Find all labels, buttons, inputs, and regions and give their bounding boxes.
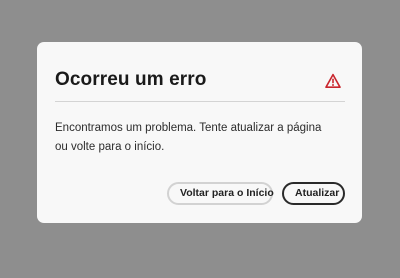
alert-triangle-icon (325, 73, 341, 89)
refresh-button[interactable]: Atualizar (282, 182, 345, 205)
dialog-message: Encontramos um problema. Tente atualizar… (55, 122, 322, 153)
dialog-title: Ocorreu um erro (55, 69, 207, 90)
title-divider (55, 101, 345, 102)
error-dialog: Ocorreu um erro Encontramos um problema.… (37, 42, 362, 223)
back-to-home-button[interactable]: Voltar para o Início (167, 182, 274, 205)
